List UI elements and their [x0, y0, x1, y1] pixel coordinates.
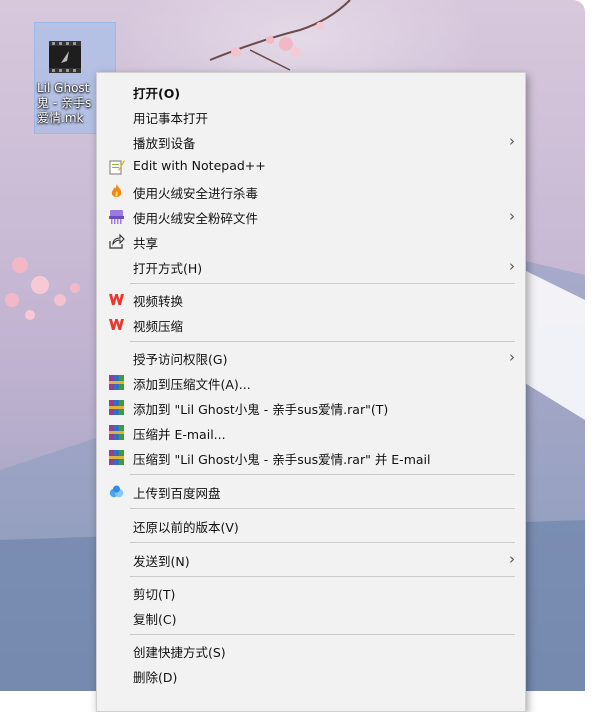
menu-separator	[130, 508, 515, 509]
wps-logo-icon	[108, 291, 125, 308]
menu-separator	[130, 542, 515, 543]
menu-separator	[130, 576, 515, 577]
menu-item-open[interactable]: 打开(O)	[97, 79, 525, 104]
huorong-flame-icon	[108, 183, 125, 200]
submenu-arrow-icon: ›	[509, 348, 515, 366]
menu-item-edit-notepadpp[interactable]: Edit with Notepad++	[97, 154, 525, 179]
share-icon	[108, 233, 125, 250]
menu-separator	[130, 283, 515, 284]
menu-item-copy[interactable]: 复制(C)	[97, 605, 525, 630]
submenu-arrow-icon: ›	[509, 207, 515, 225]
menu-item-open-with[interactable]: 打开方式(H) ›	[97, 254, 525, 279]
submenu-arrow-icon: ›	[509, 550, 515, 568]
winrar-icon	[108, 399, 125, 416]
winrar-icon	[108, 374, 125, 391]
video-file-thumbnail	[49, 41, 81, 73]
menu-item-cut[interactable]: 剪切(T)	[97, 580, 525, 605]
submenu-arrow-icon: ›	[509, 132, 515, 150]
menu-item-grant-access[interactable]: 授予访问权限(G) ›	[97, 345, 525, 370]
menu-item-baidu-upload[interactable]: 上传到百度网盘	[97, 479, 525, 504]
menu-item-cast-to-device[interactable]: 播放到设备 ›	[97, 129, 525, 154]
menu-item-add-to-rar[interactable]: 添加到 "Lil Ghost小鬼 - 亲手sus爱情.rar"(T)	[97, 395, 525, 420]
menu-item-huorong-scan[interactable]: 使用火绒安全进行杀毒	[97, 179, 525, 204]
menu-item-open-notepad[interactable]: 用记事本打开	[97, 104, 525, 129]
menu-item-video-convert[interactable]: 视频转换	[97, 287, 525, 312]
menu-separator	[130, 341, 515, 342]
menu-separator	[130, 474, 515, 475]
wps-logo-icon	[108, 316, 125, 333]
menu-item-send-to[interactable]: 发送到(N) ›	[97, 547, 525, 572]
menu-separator	[130, 634, 515, 635]
baidu-netdisk-icon	[108, 483, 125, 500]
notepad-plus-plus-icon	[108, 158, 125, 175]
submenu-arrow-icon: ›	[509, 257, 515, 275]
menu-item-add-to-archive[interactable]: 添加到压缩文件(A)...	[97, 370, 525, 395]
menu-item-video-compress[interactable]: 视频压缩	[97, 312, 525, 337]
shredder-icon	[108, 208, 125, 225]
menu-item-huorong-shred[interactable]: 使用火绒安全粉碎文件 ›	[97, 204, 525, 229]
menu-item-share[interactable]: 共享	[97, 229, 525, 254]
context-menu: 打开(O) 用记事本打开 播放到设备 › Edit with Notepad++…	[96, 72, 526, 712]
menu-item-delete[interactable]: 删除(D)	[97, 663, 525, 688]
winrar-icon	[108, 449, 125, 466]
menu-item-restore-versions[interactable]: 还原以前的版本(V)	[97, 513, 525, 538]
menu-item-compress-email[interactable]: 压缩并 E-mail...	[97, 420, 525, 445]
menu-item-compress-rar-email[interactable]: 压缩到 "Lil Ghost小鬼 - 亲手sus爱情.rar" 并 E-mail	[97, 445, 525, 470]
winrar-icon	[108, 424, 125, 441]
menu-item-create-shortcut[interactable]: 创建快捷方式(S)	[97, 638, 525, 663]
